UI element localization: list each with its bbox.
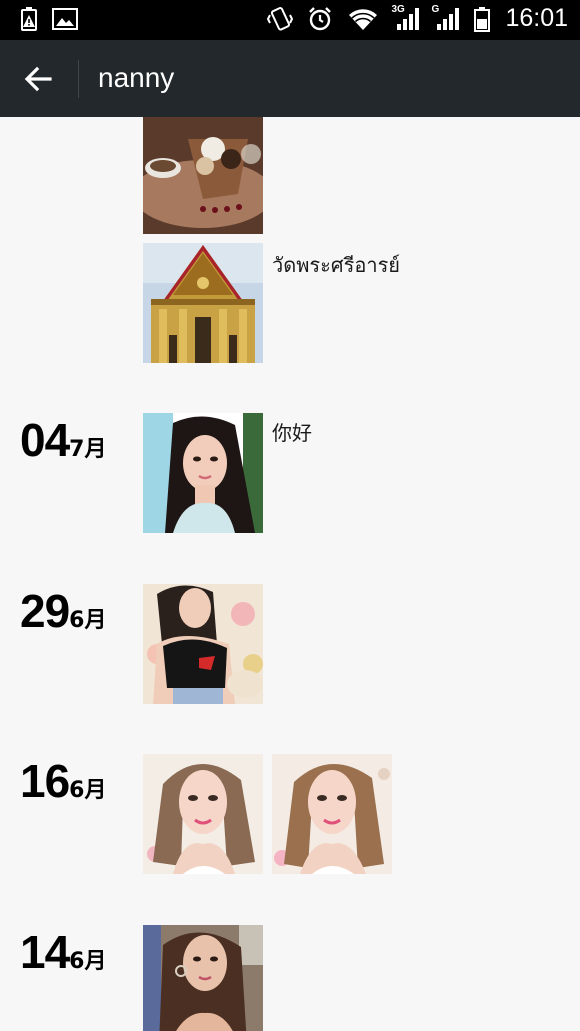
post-date: 296月 (20, 584, 106, 638)
date-month: 6月 (69, 608, 107, 633)
date-month: 7月 (69, 437, 107, 462)
wifi-icon (349, 8, 378, 30)
status-bar: 3G G 16:01 (0, 0, 580, 40)
selfie-photo[interactable] (143, 925, 263, 1031)
network-type-label: G (431, 3, 440, 15)
selfie-photo[interactable] (143, 413, 263, 533)
arrow-left-icon[interactable] (18, 59, 58, 99)
date-day: 04 (20, 414, 70, 466)
date-month: 6月 (69, 778, 107, 803)
gallery-icon (52, 8, 78, 30)
vibrate-icon (267, 6, 294, 31)
timeline-feed[interactable]: วัดพระศรีอารย์ 047月 你好 296月 166月 146月 (0, 117, 580, 1031)
selfie-photo[interactable] (272, 754, 392, 874)
selfie-photo[interactable] (143, 584, 263, 704)
divider (78, 60, 79, 98)
signal-3g: 3G (391, 3, 420, 32)
date-day: 16 (20, 755, 70, 807)
page-title: nanny (98, 62, 175, 93)
post-date: 047月 (20, 413, 106, 467)
date-day: 14 (20, 926, 70, 978)
temple-photo[interactable] (143, 243, 263, 363)
post-caption: 你好 (272, 421, 312, 445)
post-caption: วัดพระศรีอารย์ (272, 253, 401, 277)
date-month: 6月 (69, 949, 107, 974)
post-date: 166月 (20, 754, 106, 808)
selfie-photo[interactable] (143, 754, 263, 874)
clock-time: 16:01 (505, 4, 568, 32)
battery-icon (474, 6, 491, 32)
dessert-photo[interactable] (143, 117, 263, 234)
date-day: 29 (20, 585, 70, 637)
post-date: 146月 (20, 925, 106, 979)
action-bar: nanny (0, 40, 580, 117)
battery-warning-icon (21, 7, 37, 31)
alarm-icon (309, 6, 332, 30)
network-type-label: 3G (391, 3, 405, 15)
signal-g: G (431, 3, 460, 32)
